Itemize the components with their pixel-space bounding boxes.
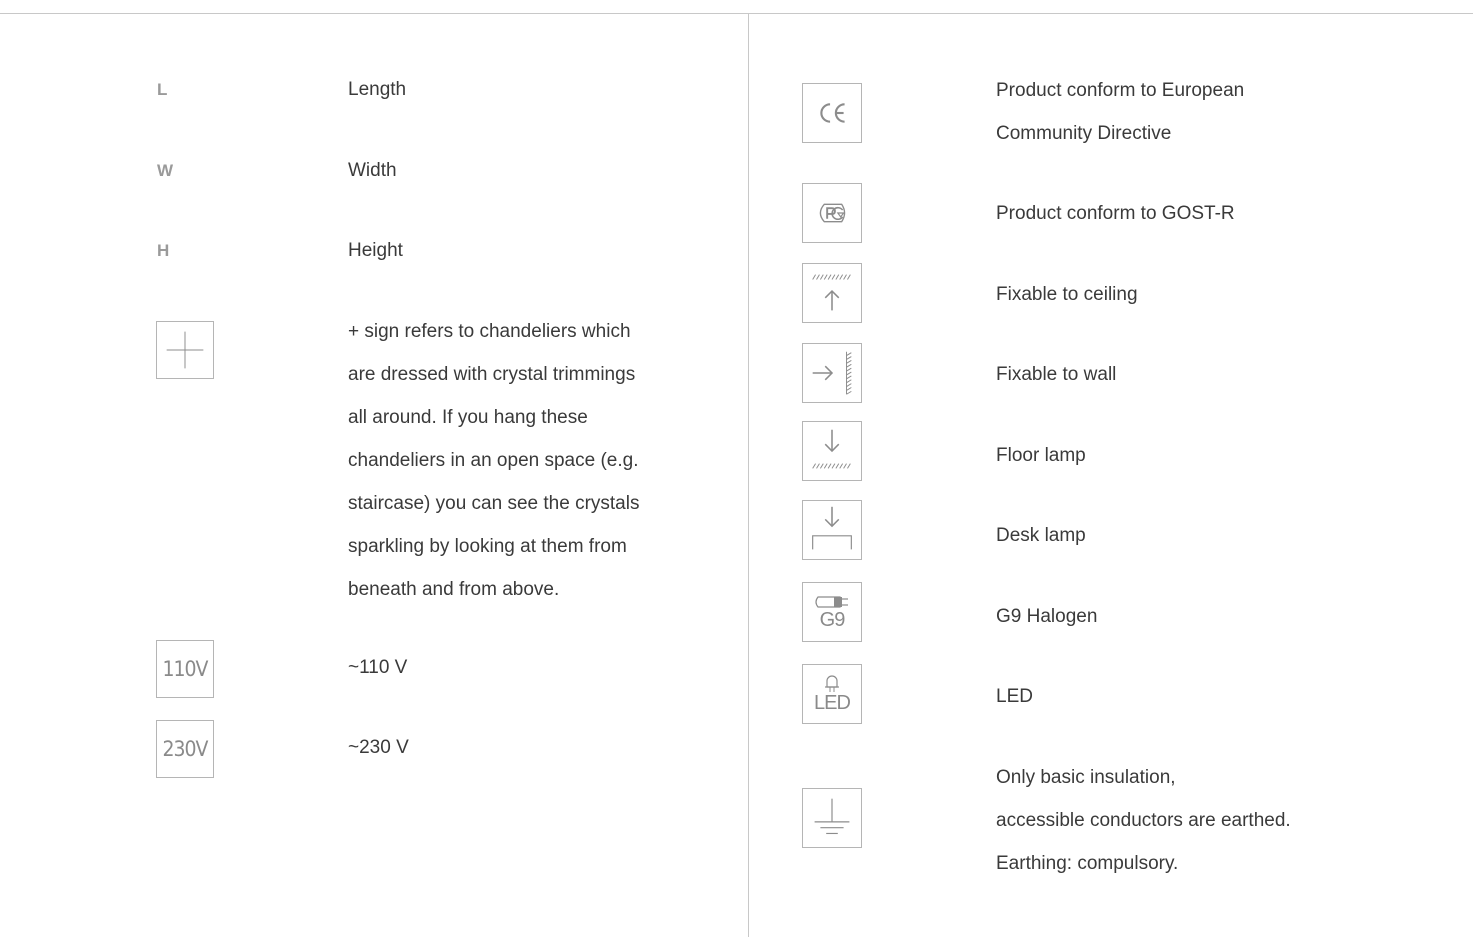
led-diode-icon <box>825 675 839 692</box>
plus-description-line: chandeliers in an open space (e.g. <box>348 450 639 471</box>
voltage-230-icon: 230V <box>156 720 214 778</box>
plus-description-line: beneath and from above. <box>348 579 560 600</box>
height-symbol: H <box>157 241 170 260</box>
floor-lamp-icon <box>802 421 862 481</box>
earth-description-line: accessible conductors are earthed. <box>996 810 1291 831</box>
ceiling-label: Fixable to ceiling <box>996 284 1138 305</box>
g9-label: G9 Halogen <box>996 606 1098 627</box>
plus-description-line: sparkling by looking at them from <box>348 536 627 557</box>
length-symbol: L <box>157 80 168 99</box>
voltage-230-label: ~230 V <box>348 737 409 758</box>
plus-description-line: staircase) you can see the crystals <box>348 493 640 514</box>
length-label: Length <box>348 79 407 100</box>
height-label: Height <box>348 240 403 261</box>
plus-description-line: all around. If you hang these <box>348 407 588 428</box>
voltage-110-icon-text: 110V <box>162 657 209 681</box>
voltage-230-icon-text: 230V <box>162 737 209 761</box>
desk-lamp-icon <box>802 500 862 560</box>
earth-description-line: Only basic insulation, <box>996 767 1176 788</box>
wall-mount-icon <box>802 343 862 403</box>
led-label: LED <box>996 686 1033 707</box>
g9-bulb-icon: G9 <box>802 582 862 642</box>
top-divider <box>0 13 1473 14</box>
wall-label: Fixable to wall <box>996 364 1117 385</box>
earth-description-line: Earthing: compulsory. <box>996 853 1179 874</box>
ceiling-mount-icon <box>802 263 862 323</box>
ce-description-line: Community Directive <box>996 123 1172 144</box>
ce-mark-icon <box>802 83 862 143</box>
halogen-capsule-icon <box>815 596 848 608</box>
ce-description: Product conform to European Community Di… <box>996 69 1244 155</box>
voltage-110-icon: 110V <box>156 640 214 698</box>
plus-sign-description: + sign refers to chandeliers which are d… <box>348 310 639 611</box>
gost-label: Product conform to GOST-R <box>996 203 1235 224</box>
voltage-110-label: ~110 V <box>348 657 408 678</box>
g9-icon-text: G9 <box>819 609 846 631</box>
plus-icon <box>156 321 214 379</box>
floor-label: Floor lamp <box>996 445 1086 466</box>
desk-label: Desk lamp <box>996 525 1086 546</box>
width-label: Width <box>348 160 397 181</box>
column-divider <box>748 14 749 937</box>
led-icon-text: LED <box>814 692 851 714</box>
earth-ground-icon <box>802 788 862 848</box>
led-icon: LED <box>802 664 862 724</box>
plus-description-line: + sign refers to chandeliers which <box>348 321 631 342</box>
gost-r-mark-icon <box>802 183 862 243</box>
ce-description-line: Product conform to European <box>996 80 1245 101</box>
earth-description: Only basic insulation, accessible conduc… <box>996 756 1291 885</box>
plus-description-line: are dressed with crystal trimmings <box>348 364 636 385</box>
width-symbol: W <box>157 161 174 180</box>
